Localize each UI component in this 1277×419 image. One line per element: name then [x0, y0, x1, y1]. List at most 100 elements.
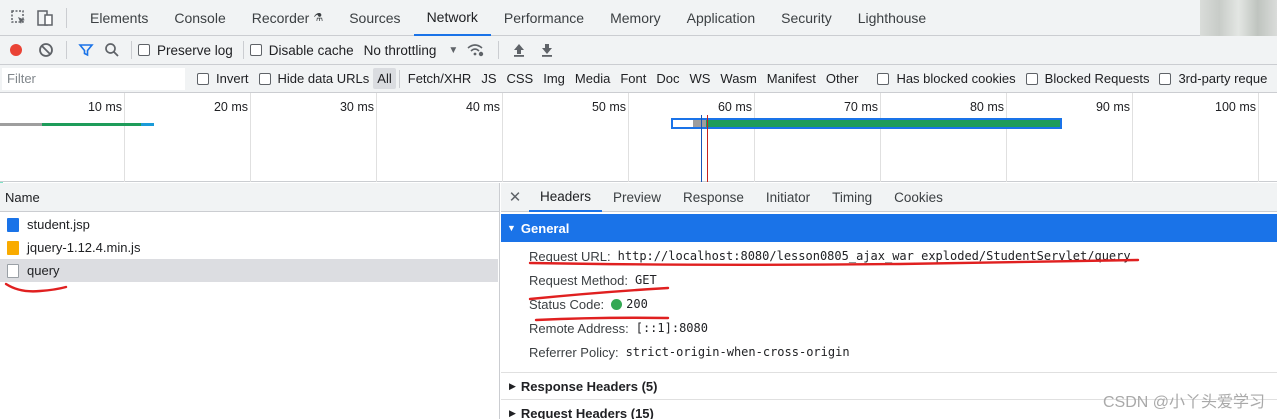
tab-preview[interactable]: Preview	[602, 183, 672, 212]
tab-response[interactable]: Response	[672, 183, 755, 212]
tab-lighthouse[interactable]: Lighthouse	[845, 0, 940, 36]
tab-initiator[interactable]: Initiator	[755, 183, 821, 212]
tab-separator	[66, 7, 67, 28]
preserve-log-label: Preserve log	[157, 42, 233, 58]
record-icon	[10, 44, 22, 56]
status-ok-icon	[611, 298, 623, 310]
filter-type-font[interactable]: Font	[615, 71, 651, 86]
general-title: General	[520, 220, 570, 236]
filter-type-manifest[interactable]: Manifest	[762, 71, 821, 86]
general-section-header[interactable]: ▼ General	[501, 214, 1277, 242]
tab-cookies[interactable]: Cookies	[883, 183, 954, 212]
timing-bar-query-download	[706, 120, 1060, 127]
tab-sources[interactable]: Sources	[336, 0, 413, 36]
header-key: Status Code:	[529, 296, 605, 312]
tick-label: 60 ms	[717, 100, 752, 114]
xhr-icon	[7, 263, 19, 278]
header-key: Referrer Policy:	[529, 344, 619, 360]
details-tab-bar: ✕ Headers Preview Response Initiator Tim…	[501, 183, 1277, 212]
tab-headers[interactable]: Headers	[529, 183, 603, 212]
checkbox-box	[197, 72, 209, 85]
devtools-tab-bar: Elements Console Recorder ⚗ Sources Netwo…	[0, 0, 1277, 36]
flask-icon: ⚗	[313, 12, 324, 24]
network-conditions-button[interactable]	[458, 37, 492, 63]
record-button[interactable]	[0, 37, 32, 63]
filter-icon	[78, 44, 94, 57]
filter-type-ws[interactable]: WS	[684, 71, 715, 86]
blocked-requests-checkbox[interactable]: Blocked Requests	[1025, 71, 1149, 86]
device-toolbar-icon[interactable]	[32, 5, 58, 31]
grid-line	[628, 93, 629, 182]
clear-button[interactable]	[32, 37, 60, 63]
throttling-select[interactable]: No throttling ▼	[364, 43, 459, 58]
tick-label: 20 ms	[213, 100, 248, 114]
tab-application[interactable]: Application	[674, 0, 769, 36]
timing-bar-jquery	[141, 123, 154, 126]
tab-elements[interactable]: Elements	[77, 0, 161, 36]
has-blocked-cookies-checkbox[interactable]: Has blocked cookies	[877, 71, 1016, 86]
header-value: 200	[626, 297, 648, 311]
blurred-region	[1200, 0, 1277, 36]
collapse-triangle-icon: ▶	[509, 380, 516, 391]
tick-label: 100 ms	[1215, 100, 1256, 114]
toolbar-separator	[242, 41, 244, 59]
tab-performance[interactable]: Performance	[491, 0, 597, 36]
tab-recorder[interactable]: Recorder ⚗	[239, 0, 336, 36]
tick-label: 80 ms	[969, 100, 1004, 114]
grid-line	[1132, 93, 1133, 182]
tab-security[interactable]: Security	[768, 0, 845, 36]
invert-label: Invert	[216, 71, 249, 86]
filter-type-media[interactable]: Media	[570, 71, 615, 86]
status-code-row: Status Code: 200	[501, 292, 1277, 316]
grid-line	[880, 93, 881, 182]
filter-type-img[interactable]: Img	[538, 71, 570, 86]
toolbar-separator	[131, 41, 132, 59]
preserve-log-checkbox[interactable]: Preserve log	[138, 43, 233, 58]
filter-button[interactable]	[73, 37, 99, 63]
grid-line	[376, 93, 377, 182]
filter-type-js[interactable]: JS	[476, 71, 501, 86]
request-row-jquery[interactable]: jquery-1.12.4.min.js	[0, 236, 498, 259]
tab-timing[interactable]: Timing	[821, 183, 883, 212]
timing-bar-student-download	[42, 123, 141, 126]
tab-console[interactable]: Console	[161, 0, 238, 36]
filter-type-css[interactable]: CSS	[502, 71, 539, 86]
filter-type-fetch-xhr[interactable]: Fetch/XHR	[403, 71, 477, 86]
invert-checkbox[interactable]: Invert	[197, 71, 249, 86]
request-method-row: Request Method: GET	[501, 268, 1277, 292]
timing-bar-query-wait	[693, 120, 706, 127]
filter-input[interactable]: Filter	[2, 67, 185, 90]
hide-data-urls-label: Hide data URLs	[277, 71, 370, 86]
filter-type-doc[interactable]: Doc	[651, 71, 684, 86]
grid-line	[1006, 93, 1007, 182]
import-har-button[interactable]	[505, 37, 533, 63]
inspect-element-icon[interactable]	[6, 5, 32, 31]
request-row-query[interactable]: query	[0, 259, 498, 282]
filter-type-wasm[interactable]: Wasm	[715, 71, 761, 86]
name-column-header[interactable]: Name	[0, 183, 499, 212]
hide-data-urls-checkbox[interactable]: Hide data URLs	[258, 71, 370, 86]
request-details: ✕ Headers Preview Response Initiator Tim…	[501, 183, 1277, 419]
disable-cache-checkbox[interactable]: Disable cache	[249, 43, 354, 58]
request-row-student-jsp[interactable]: student.jsp	[0, 213, 498, 236]
third-party-requests-checkbox[interactable]: 3rd-party reque	[1159, 71, 1267, 86]
timeline-overview[interactable]: 10 ms 20 ms 30 ms 40 ms 50 ms 60 ms 70 m…	[0, 93, 1277, 182]
tab-recorder-label: Recorder	[251, 9, 310, 26]
tick-label: 40 ms	[465, 100, 500, 114]
name-column-label: Name	[5, 189, 40, 205]
tab-network[interactable]: Network	[413, 0, 491, 36]
tab-memory[interactable]: Memory	[597, 0, 674, 36]
wifi-settings-icon	[467, 44, 484, 57]
search-button[interactable]	[99, 37, 125, 63]
request-url-row: Request URL: http://localhost:8080/lesso…	[501, 244, 1277, 268]
dom-content-loaded-line	[701, 115, 702, 182]
filter-type-all[interactable]: All	[373, 68, 396, 89]
load-event-line	[707, 115, 708, 182]
filter-type-other[interactable]: Other	[821, 71, 864, 86]
export-har-button[interactable]	[533, 37, 561, 63]
toolbar-separator	[66, 41, 67, 59]
close-icon[interactable]: ✕	[501, 188, 529, 206]
tick-label: 10 ms	[87, 100, 122, 114]
filter-placeholder: Filter	[7, 71, 36, 86]
header-value: [::1]:8080	[635, 321, 708, 335]
